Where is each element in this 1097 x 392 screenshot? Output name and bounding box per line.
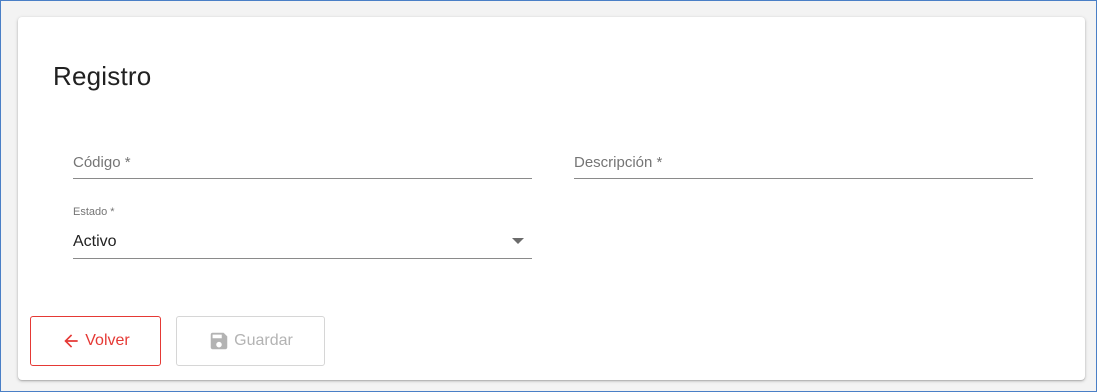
volver-button[interactable]: Volver xyxy=(30,316,161,366)
page-frame: Registro Código * Descripción * Estado *… xyxy=(0,0,1097,392)
floppy-disk-icon xyxy=(208,330,230,352)
guardar-button[interactable]: Guardar xyxy=(176,316,325,366)
descripcion-field[interactable]: Descripción * xyxy=(574,143,1033,179)
arrow-left-icon xyxy=(61,331,81,351)
chevron-down-icon[interactable] xyxy=(512,238,524,244)
estado-value: Activo xyxy=(73,233,117,250)
guardar-label: Guardar xyxy=(234,332,293,349)
descripcion-placeholder: Descripción * xyxy=(574,154,663,171)
codigo-placeholder: Código * xyxy=(73,154,131,171)
registro-card: Registro Código * Descripción * Estado *… xyxy=(18,17,1085,380)
estado-label: Estado * xyxy=(73,206,115,218)
page-title: Registro xyxy=(53,61,152,91)
codigo-field[interactable]: Código * xyxy=(73,143,532,179)
estado-select[interactable]: Estado * Activo xyxy=(73,203,532,259)
volver-label: Volver xyxy=(85,332,130,349)
